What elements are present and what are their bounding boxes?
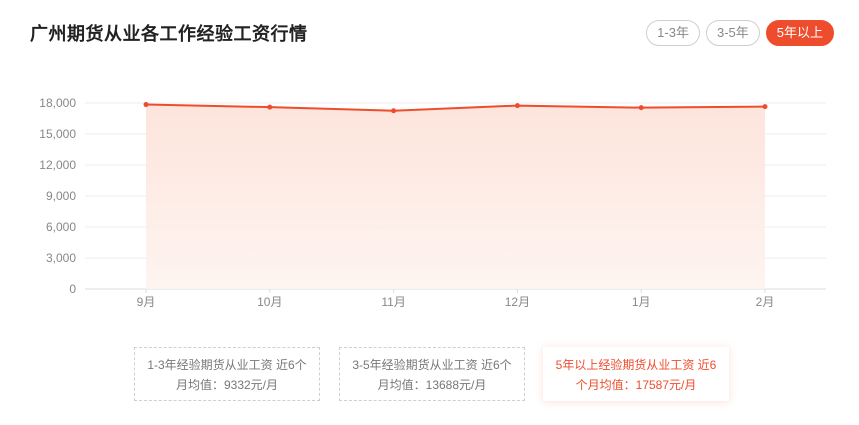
data-point [514,103,520,109]
x-tick-label: 10月 [257,295,282,309]
card-3-5-years[interactable]: 3-5年经验期货从业工资 近6个 月均值：13688元/月 [339,347,525,401]
x-tick-label: 9月 [137,295,156,309]
card-line: 5年以上经验期货从业工资 近6 [555,358,717,372]
y-tick-label: 0 [69,282,76,296]
area-fill [146,104,765,289]
x-axis: 9月 10月 11月 12月 1月 2月 [137,289,775,309]
data-point [762,104,768,110]
card-line: 个月均值：17587元/月 [575,378,697,392]
card-line: 月均值：9332元/月 [175,378,279,392]
y-tick-label: 12,000 [39,158,76,172]
data-point [267,104,273,110]
x-tick-label: 11月 [381,295,405,309]
data-point [143,102,149,108]
x-tick-label: 2月 [756,295,775,309]
y-tick-label: 6,000 [46,220,76,234]
y-tick-label: 9,000 [46,189,76,203]
y-tick-label: 3,000 [46,251,76,265]
y-axis: 0 3,000 6,000 9,000 12,000 15,000 18,000 [39,96,76,296]
card-line: 1-3年经验期货从业工资 近6个 [147,358,307,372]
card-line: 月均值：13688元/月 [377,378,487,392]
card-1-3-years[interactable]: 1-3年经验期货从业工资 近6个 月均值：9332元/月 [134,347,320,401]
y-tick-label: 18,000 [39,96,76,110]
card-line: 3-5年经验期货从业工资 近6个 [352,358,512,372]
series-salary [143,102,768,289]
y-tick-label: 15,000 [39,127,76,141]
card-5-plus-years[interactable]: 5年以上经验期货从业工资 近6 个月均值：17587元/月 [543,347,729,401]
salary-chart: 0 3,000 6,000 9,000 12,000 15,000 18,000 9月 10月… [39,96,826,309]
data-point [638,105,644,111]
data-point [391,108,397,114]
x-tick-label: 1月 [632,295,651,309]
average-cards: 1-3年经验期货从业工资 近6个 月均值：9332元/月 3-5年经验期货从业工… [134,347,734,403]
x-tick-label: 12月 [505,295,530,309]
